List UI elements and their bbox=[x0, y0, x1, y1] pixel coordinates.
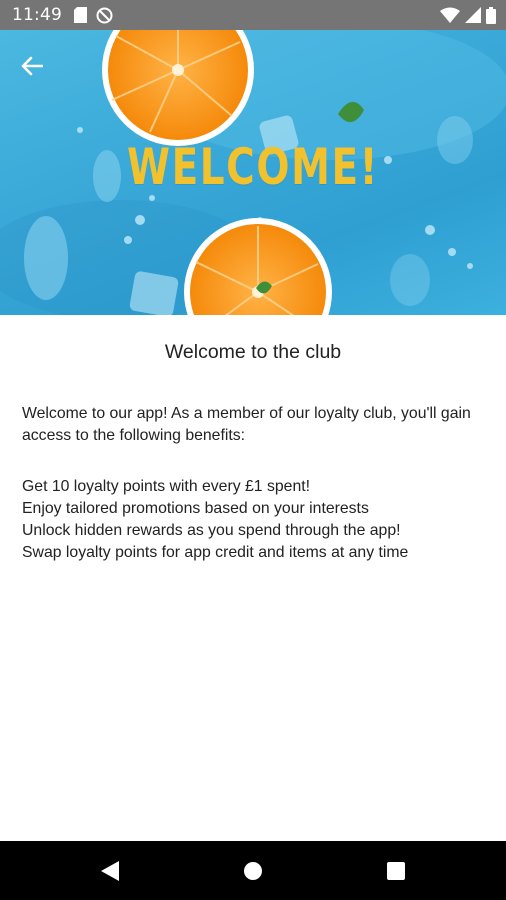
no-data-saver-icon bbox=[96, 7, 113, 24]
battery-icon bbox=[486, 6, 496, 24]
hero-banner: WELCOME! bbox=[0, 30, 506, 315]
benefits-list: Get 10 loyalty points with every £1 spen… bbox=[22, 476, 497, 564]
wifi-icon bbox=[440, 7, 460, 23]
nav-recents-button[interactable] bbox=[382, 857, 410, 885]
intro-text: Welcome to our app! As a member of our l… bbox=[22, 405, 471, 444]
page-title: Welcome to the club bbox=[164, 341, 342, 363]
signal-icon bbox=[465, 7, 481, 23]
benefit-item: Swap loyalty points for app credit and i… bbox=[22, 544, 409, 561]
arrow-back-icon bbox=[21, 56, 43, 76]
sd-card-icon bbox=[74, 7, 87, 23]
benefit-item: Get 10 loyalty points with every £1 spen… bbox=[22, 478, 311, 495]
back-button[interactable] bbox=[8, 46, 56, 86]
status-time: 11:49 bbox=[12, 5, 62, 25]
benefit-item: Enjoy tailored promotions based on your … bbox=[22, 500, 369, 517]
nav-back-button[interactable] bbox=[96, 857, 124, 885]
status-bar: 11:49 bbox=[0, 0, 506, 30]
benefit-item: Unlock hidden rewards as you spend throu… bbox=[22, 522, 401, 539]
back-triangle-icon bbox=[101, 860, 119, 881]
recents-square-icon bbox=[387, 861, 405, 880]
home-circle-icon bbox=[243, 861, 263, 881]
navigation-bar bbox=[0, 841, 506, 900]
nav-home-button[interactable] bbox=[239, 857, 267, 885]
hero-title: WELCOME! bbox=[126, 138, 380, 196]
